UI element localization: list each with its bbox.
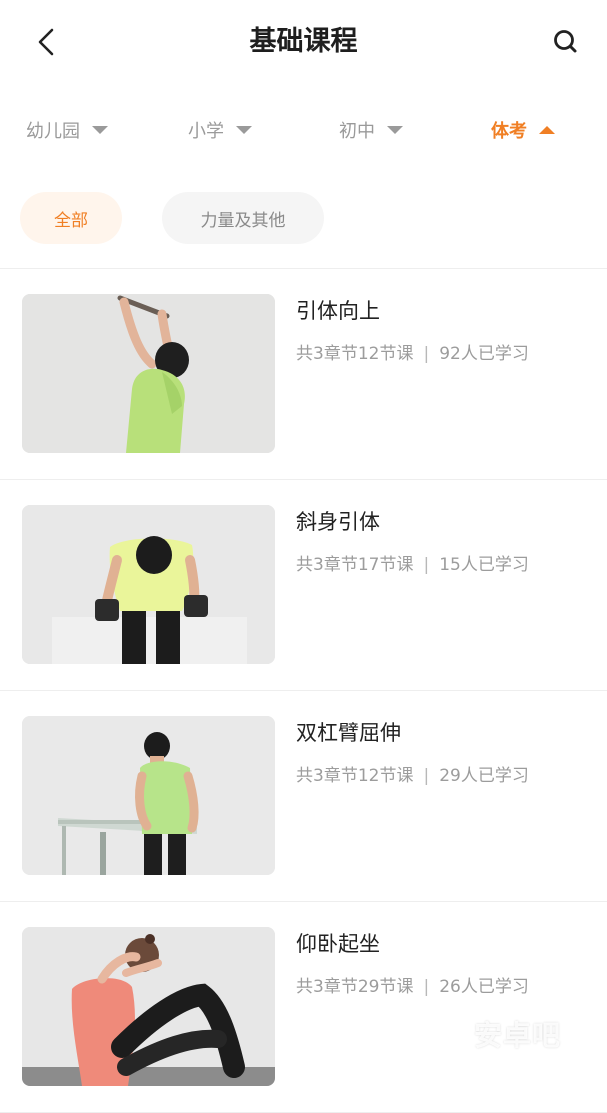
learner-count: 26人已学习 — [439, 977, 529, 997]
course-thumbnail — [22, 716, 275, 875]
course-meta: 共3章节29节课 | 26人已学习 — [296, 972, 529, 997]
meta-separator: | — [423, 555, 430, 575]
filter-label: 初中 — [339, 121, 375, 142]
learner-count: 92人已学习 — [439, 344, 529, 364]
filter-label: 体考 — [491, 121, 527, 142]
course-title: 仰卧起坐 — [296, 932, 380, 956]
chapter-count: 共3章节29节课 — [296, 977, 414, 997]
meta-separator: | — [423, 344, 430, 364]
course-meta: 共3章节12节课 | 92人已学习 — [296, 339, 529, 364]
meta-separator: | — [423, 977, 430, 997]
search-icon — [554, 30, 577, 53]
filter-junior-high[interactable]: 初中 — [339, 108, 403, 152]
grade-filter-bar: 幼儿园 小学 初中 体考 — [0, 108, 607, 152]
course-item[interactable]: 斜身引体 共3章节17节课 | 15人已学习 — [0, 480, 607, 691]
caret-down-icon — [387, 126, 403, 134]
filter-label: 小学 — [188, 121, 224, 142]
course-meta: 共3章节12节课 | 29人已学习 — [296, 761, 529, 786]
course-title: 引体向上 — [296, 299, 380, 323]
course-title: 斜身引体 — [296, 510, 380, 534]
caret-down-icon — [236, 126, 252, 134]
learner-count: 29人已学习 — [439, 766, 529, 786]
course-item[interactable]: 引体向上 共3章节12节课 | 92人已学习 — [0, 269, 607, 480]
course-thumbnail — [22, 927, 275, 1086]
caret-down-icon — [92, 126, 108, 134]
category-chips: 全部 力量及其他 — [0, 192, 607, 244]
chip-strength-and-other[interactable]: 力量及其他 — [162, 192, 324, 244]
course-thumbnail — [22, 294, 275, 453]
filter-pe-exam[interactable]: 体考 — [491, 108, 555, 152]
page-title: 基础课程 — [249, 26, 358, 57]
course-item[interactable]: 双杠臂屈伸 共3章节12节课 | 29人已学习 — [0, 691, 607, 902]
course-meta: 共3章节17节课 | 15人已学习 — [296, 550, 529, 575]
caret-up-icon — [539, 126, 555, 134]
watermark-logo: 安卓吧 — [474, 1019, 562, 1052]
filter-kindergarten[interactable]: 幼儿园 — [26, 108, 108, 152]
course-list: 引体向上 共3章节12节课 | 92人已学习 斜身引体 共3章节17节课 | 1… — [0, 269, 607, 1113]
chapter-count: 共3章节17节课 — [296, 555, 414, 575]
course-item[interactable]: 仰卧起坐 共3章节29节课 | 26人已学习 — [0, 902, 607, 1113]
chapter-count: 共3章节12节课 — [296, 344, 414, 364]
meta-separator: | — [423, 766, 430, 786]
search-button[interactable] — [548, 24, 584, 60]
filter-label: 幼儿园 — [26, 121, 80, 142]
filter-primary-school[interactable]: 小学 — [188, 108, 252, 152]
chapter-count: 共3章节12节课 — [296, 766, 414, 786]
course-thumbnail — [22, 505, 275, 664]
learner-count: 15人已学习 — [439, 555, 529, 575]
top-bar: 基础课程 — [0, 0, 607, 84]
chip-all[interactable]: 全部 — [20, 192, 122, 244]
course-title: 双杠臂屈伸 — [296, 721, 401, 745]
